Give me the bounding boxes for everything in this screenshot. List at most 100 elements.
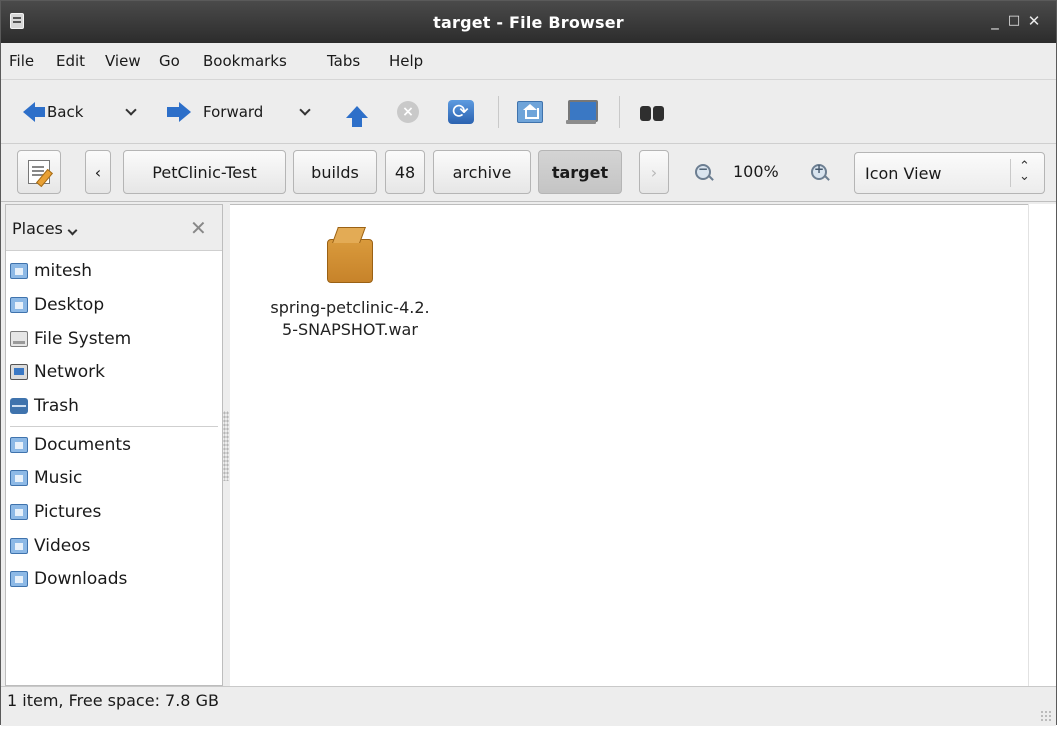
sidebar-item-network[interactable]: Network [10, 360, 105, 384]
status-text: 1 item, Free space: 7.8 GB [7, 691, 219, 710]
sidebar-item-label: Music [34, 468, 83, 488]
menu-tabs[interactable]: Tabs [327, 52, 360, 70]
crumb-builds[interactable]: builds [293, 150, 377, 194]
file-item[interactable]: spring-petclinic-4.2. 5-SNAPSHOT.war [250, 227, 450, 341]
up-button[interactable] [346, 96, 368, 128]
desktop-folder-icon [10, 297, 28, 313]
chevron-down-icon [67, 225, 78, 236]
search-button[interactable] [638, 96, 666, 128]
toolbar-separator [619, 96, 620, 128]
menu-bar: File Edit View Go Bookmarks Tabs Help [1, 43, 1056, 80]
location-bar: ‹ PetClinic-Test builds 48 archive targe… [1, 144, 1056, 202]
forward-label: Forward [203, 103, 264, 121]
up-arrow-icon [346, 106, 368, 127]
status-bar: 1 item, Free space: 7.8 GB [1, 686, 1056, 726]
forward-button[interactable]: Forward [167, 96, 264, 128]
package-icon [325, 227, 375, 283]
trash-icon [10, 398, 28, 414]
computer-icon [566, 100, 598, 124]
title-bar[interactable]: target - File Browser _ □ ✕ [1, 1, 1056, 43]
file-name-line: spring-petclinic-4.2. [270, 298, 430, 317]
sidebar-type-dropdown[interactable]: Places [12, 219, 78, 238]
crumb-scroll-left-button[interactable]: ‹ [85, 150, 111, 194]
close-sidebar-icon[interactable]: ✕ [190, 216, 207, 240]
crumb-target[interactable]: target [538, 150, 622, 194]
menu-edit[interactable]: Edit [56, 52, 85, 70]
view-mode-select[interactable]: Icon View ⌃ ⌄ [854, 152, 1045, 194]
sidebar-item-label: Desktop [34, 295, 105, 315]
documents-folder-icon [10, 437, 28, 453]
crumb-archive[interactable]: archive [433, 150, 531, 194]
package-icon-flap [332, 227, 366, 243]
back-arrow-icon [23, 102, 45, 122]
forward-history-dropdown[interactable] [299, 96, 311, 128]
drive-icon [10, 331, 28, 347]
home-icon [517, 101, 543, 123]
sidebar-item-label: Downloads [34, 569, 128, 589]
view-mode-value: Icon View [865, 164, 942, 183]
network-icon [10, 364, 28, 380]
menu-bookmarks[interactable]: Bookmarks [203, 52, 287, 70]
home-button[interactable] [517, 96, 543, 128]
select-divider [1010, 159, 1011, 187]
menu-help[interactable]: Help [389, 52, 423, 70]
file-view[interactable]: spring-petclinic-4.2. 5-SNAPSHOT.war [230, 204, 1028, 686]
maximize-button[interactable]: □ [1004, 11, 1024, 31]
edit-location-icon [28, 160, 50, 184]
back-button[interactable]: Back [23, 96, 83, 128]
music-folder-icon [10, 470, 28, 486]
resize-grip-icon[interactable] [1040, 710, 1052, 722]
zoom-out-icon[interactable]: − [695, 162, 711, 180]
menu-go[interactable]: Go [159, 52, 180, 70]
file-name: spring-petclinic-4.2. 5-SNAPSHOT.war [250, 297, 450, 341]
chevron-right-icon: › [650, 162, 658, 182]
back-label: Back [47, 103, 84, 121]
sidebar-divider [10, 426, 218, 427]
sidebar-item-pictures[interactable]: Pictures [10, 500, 101, 524]
places-sidebar: Places ✕ mitesh Desktop File System Netw… [5, 204, 223, 686]
pane-resize-handle[interactable] [223, 411, 229, 481]
package-icon-body [327, 239, 373, 283]
sidebar-item-music[interactable]: Music [10, 466, 82, 490]
home-folder-icon [10, 263, 28, 279]
videos-folder-icon [10, 538, 28, 554]
sidebar-item-label: Documents [34, 435, 131, 455]
zoom-in-icon[interactable]: + [811, 162, 827, 180]
chevron-down-icon [299, 103, 311, 116]
binoculars-icon [638, 100, 666, 124]
select-spinner-icon: ⌃ ⌄ [1019, 159, 1030, 184]
toggle-location-entry-button[interactable] [17, 150, 61, 194]
sidebar-item-label: File System [34, 329, 132, 349]
reload-button[interactable] [448, 96, 474, 128]
sidebar-item-mitesh[interactable]: mitesh [10, 259, 92, 283]
sidebar-item-videos[interactable]: Videos [10, 534, 91, 558]
toolbar-separator [498, 96, 499, 128]
minimize-button[interactable]: _ [985, 11, 1005, 31]
reload-icon [448, 99, 474, 124]
computer-button[interactable] [566, 96, 598, 128]
back-history-dropdown[interactable] [125, 96, 137, 128]
sidebar-item-label: Trash [34, 396, 79, 416]
crumb-scroll-right-button[interactable]: › [639, 150, 669, 194]
forward-arrow-icon [167, 102, 191, 122]
sidebar-header: Places ✕ [6, 205, 222, 251]
vertical-scrollbar[interactable] [1028, 204, 1056, 686]
sidebar-item-label: Videos [34, 536, 91, 556]
stop-button[interactable]: × [397, 96, 419, 128]
downloads-folder-icon [10, 571, 28, 587]
menu-view[interactable]: View [105, 52, 141, 70]
sidebar-item-trash[interactable]: Trash [10, 394, 79, 418]
sidebar-item-file-system[interactable]: File System [10, 327, 131, 351]
stop-icon: × [397, 101, 419, 123]
menu-file[interactable]: File [9, 52, 34, 70]
sidebar-type-label: Places [12, 219, 63, 238]
crumb-48[interactable]: 48 [385, 150, 425, 194]
file-name-line: 5-SNAPSHOT.war [282, 320, 418, 339]
sidebar-item-downloads[interactable]: Downloads [10, 567, 127, 591]
file-browser-window: target - File Browser _ □ ✕ File Edit Vi… [0, 0, 1057, 726]
crumb-petclinic-test[interactable]: PetClinic-Test [123, 150, 286, 194]
pictures-folder-icon [10, 504, 28, 520]
sidebar-item-desktop[interactable]: Desktop [10, 293, 104, 317]
sidebar-item-documents[interactable]: Documents [10, 433, 131, 457]
close-button[interactable]: ✕ [1024, 11, 1044, 31]
